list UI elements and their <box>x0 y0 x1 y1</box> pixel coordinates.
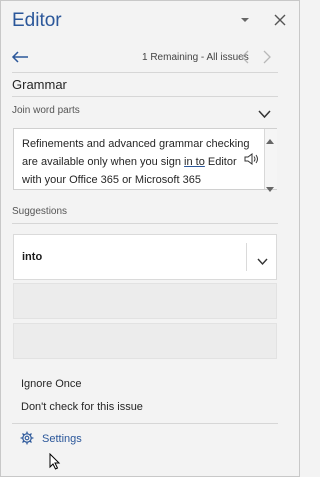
issues-status-text: 1 Remaining - All issues <box>142 52 249 63</box>
pane-title: Editor <box>12 10 62 31</box>
empty-suggestion-slot <box>13 283 277 319</box>
context-line-1: Refinements and advanced grammar checkin… <box>22 138 250 150</box>
context-text: Refinements and advanced grammar checkin… <box>22 135 250 189</box>
context-line-2: are available only when you sign in to E… <box>22 153 242 171</box>
error-type-label: Join word parts <box>12 105 80 116</box>
settings-divider <box>12 423 278 424</box>
context-line-2-before: are available only when you sign <box>22 156 185 168</box>
back-arrow-icon[interactable] <box>11 50 29 64</box>
suggestion-text[interactable]: into <box>22 250 42 264</box>
scroll-down-arrow-icon[interactable] <box>266 180 274 192</box>
section-divider <box>12 96 278 97</box>
mouse-cursor-icon <box>49 452 61 470</box>
close-icon[interactable] <box>272 12 288 28</box>
empty-suggestion-slot <box>13 323 277 359</box>
header-divider <box>12 72 278 73</box>
previous-issue-chevron-left-icon[interactable] <box>240 50 250 64</box>
section-title: Grammar <box>12 77 67 92</box>
flagged-text: in to <box>184 156 205 168</box>
scroll-up-arrow-icon[interactable] <box>266 131 274 144</box>
dont-check-issue-button[interactable]: Don't check for this issue <box>21 400 143 414</box>
suggestion-options-chevron-down-icon[interactable] <box>257 253 268 266</box>
speaker-icon[interactable] <box>244 152 260 166</box>
pane-options-chevron-down-icon[interactable] <box>238 13 252 27</box>
suggestions-divider <box>12 223 278 224</box>
suggestion-separator <box>246 243 247 271</box>
suggestion-card[interactable] <box>13 234 277 280</box>
context-line-2-after: Editor <box>204 156 237 168</box>
expand-explanation-chevron-down-icon[interactable] <box>258 106 271 119</box>
context-line-3: with your Office 365 or Microsoft 365 <box>22 174 201 186</box>
suggestions-label: Suggestions <box>12 206 68 217</box>
settings-link[interactable]: Settings <box>42 432 82 446</box>
ignore-once-button[interactable]: Ignore Once <box>21 377 82 391</box>
next-issue-chevron-right-icon[interactable] <box>262 50 272 64</box>
gear-icon[interactable] <box>20 431 34 445</box>
